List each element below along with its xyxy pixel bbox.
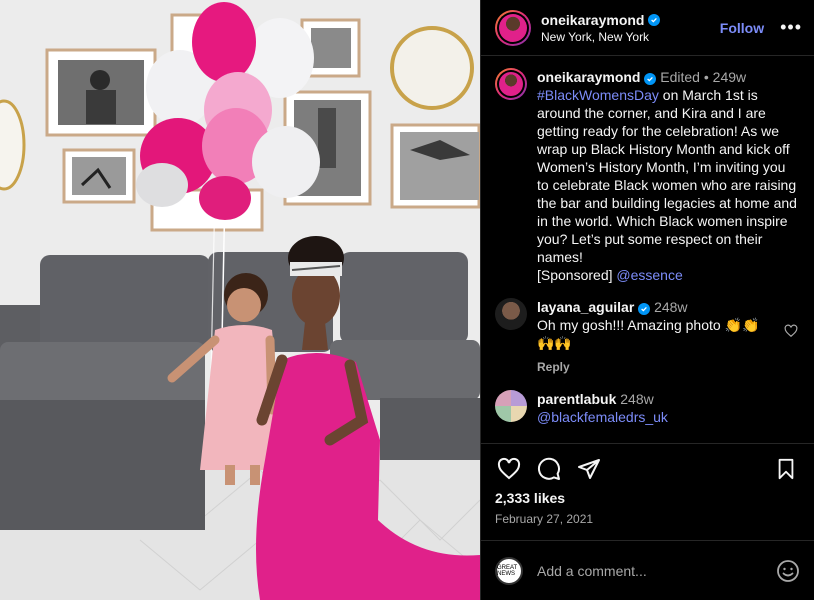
likes-count[interactable]: 2,333 likes [495,490,800,506]
caption-sponsored: [Sponsored] [537,267,617,283]
comment-body: layana_aguilar 248w Oh my gosh!!! Amazin… [537,298,774,376]
commenter-avatar[interactable] [495,298,527,330]
commenter-username[interactable]: parentlabuk [537,391,616,407]
add-comment-input[interactable] [537,562,776,579]
comment-composer: GREAT NEWS [481,540,814,600]
caption-mention[interactable]: @essence [616,267,682,283]
caption-body: oneikaraymond Edited • 249w #BlackWomens… [537,69,797,283]
post-actions: 2,333 likes February 27, 2021 [481,443,814,526]
verified-icon [638,303,651,315]
commenter-avatar[interactable] [495,390,527,422]
caption-age[interactable]: 249w [713,69,746,85]
comment-like-icon[interactable] [784,324,798,338]
heart-icon[interactable] [495,455,523,483]
post-date: February 27, 2021 [495,512,594,526]
comment-age[interactable]: 248w [654,299,687,315]
more-options-icon[interactable]: ••• [780,17,802,38]
verified-icon [648,13,661,26]
comment-text: Oh my gosh!!! Amazing photo 👏👏 🙌🙌 [537,317,760,351]
verified-icon [644,73,657,85]
caption-edited: Edited [660,69,700,85]
comment-item: parentlabuk 248w @blackfemaledrs_uk [495,390,798,426]
share-icon[interactable] [575,455,603,483]
comment-text[interactable]: @blackfemaledrs_uk [537,409,668,425]
comment-age[interactable]: 248w [620,391,653,407]
follow-button[interactable]: Follow [720,20,764,36]
author-avatar[interactable] [495,9,531,46]
author-username-row: oneikaraymond [541,12,720,28]
caption-hashtag[interactable]: #BlackWomensDay [537,87,659,103]
commenter-username[interactable]: layana_aguilar [537,299,634,315]
post-panel: oneikaraymond New York, New York Follow … [480,0,814,600]
comments-list[interactable]: oneikaraymond Edited • 249w #BlackWomens… [481,56,814,443]
author-info: oneikaraymond New York, New York [541,12,720,44]
author-username[interactable]: oneikaraymond [541,12,644,28]
caption: oneikaraymond Edited • 249w #BlackWomens… [495,68,798,284]
comment-item: layana_aguilar 248w Oh my gosh!!! Amazin… [495,298,798,376]
comment-body: parentlabuk 248w @blackfemaledrs_uk [537,390,798,426]
emoji-icon[interactable] [776,559,800,583]
caption-username[interactable]: oneikaraymond [537,69,640,85]
bookmark-icon[interactable] [772,455,800,483]
post-location[interactable]: New York, New York [541,30,720,44]
post-photo[interactable] [0,0,480,600]
instagram-post-view: oneikaraymond New York, New York Follow … [0,0,814,600]
caption-avatar[interactable] [495,68,527,100]
viewer-avatar[interactable]: GREAT NEWS [495,556,523,585]
post-header: oneikaraymond New York, New York Follow … [481,0,814,56]
caption-text: on March 1st is around the corner, and K… [537,87,797,265]
photo-illustration [0,0,480,600]
action-bar [495,454,800,484]
comment-icon[interactable] [535,455,563,483]
reply-button[interactable]: Reply [537,358,570,376]
